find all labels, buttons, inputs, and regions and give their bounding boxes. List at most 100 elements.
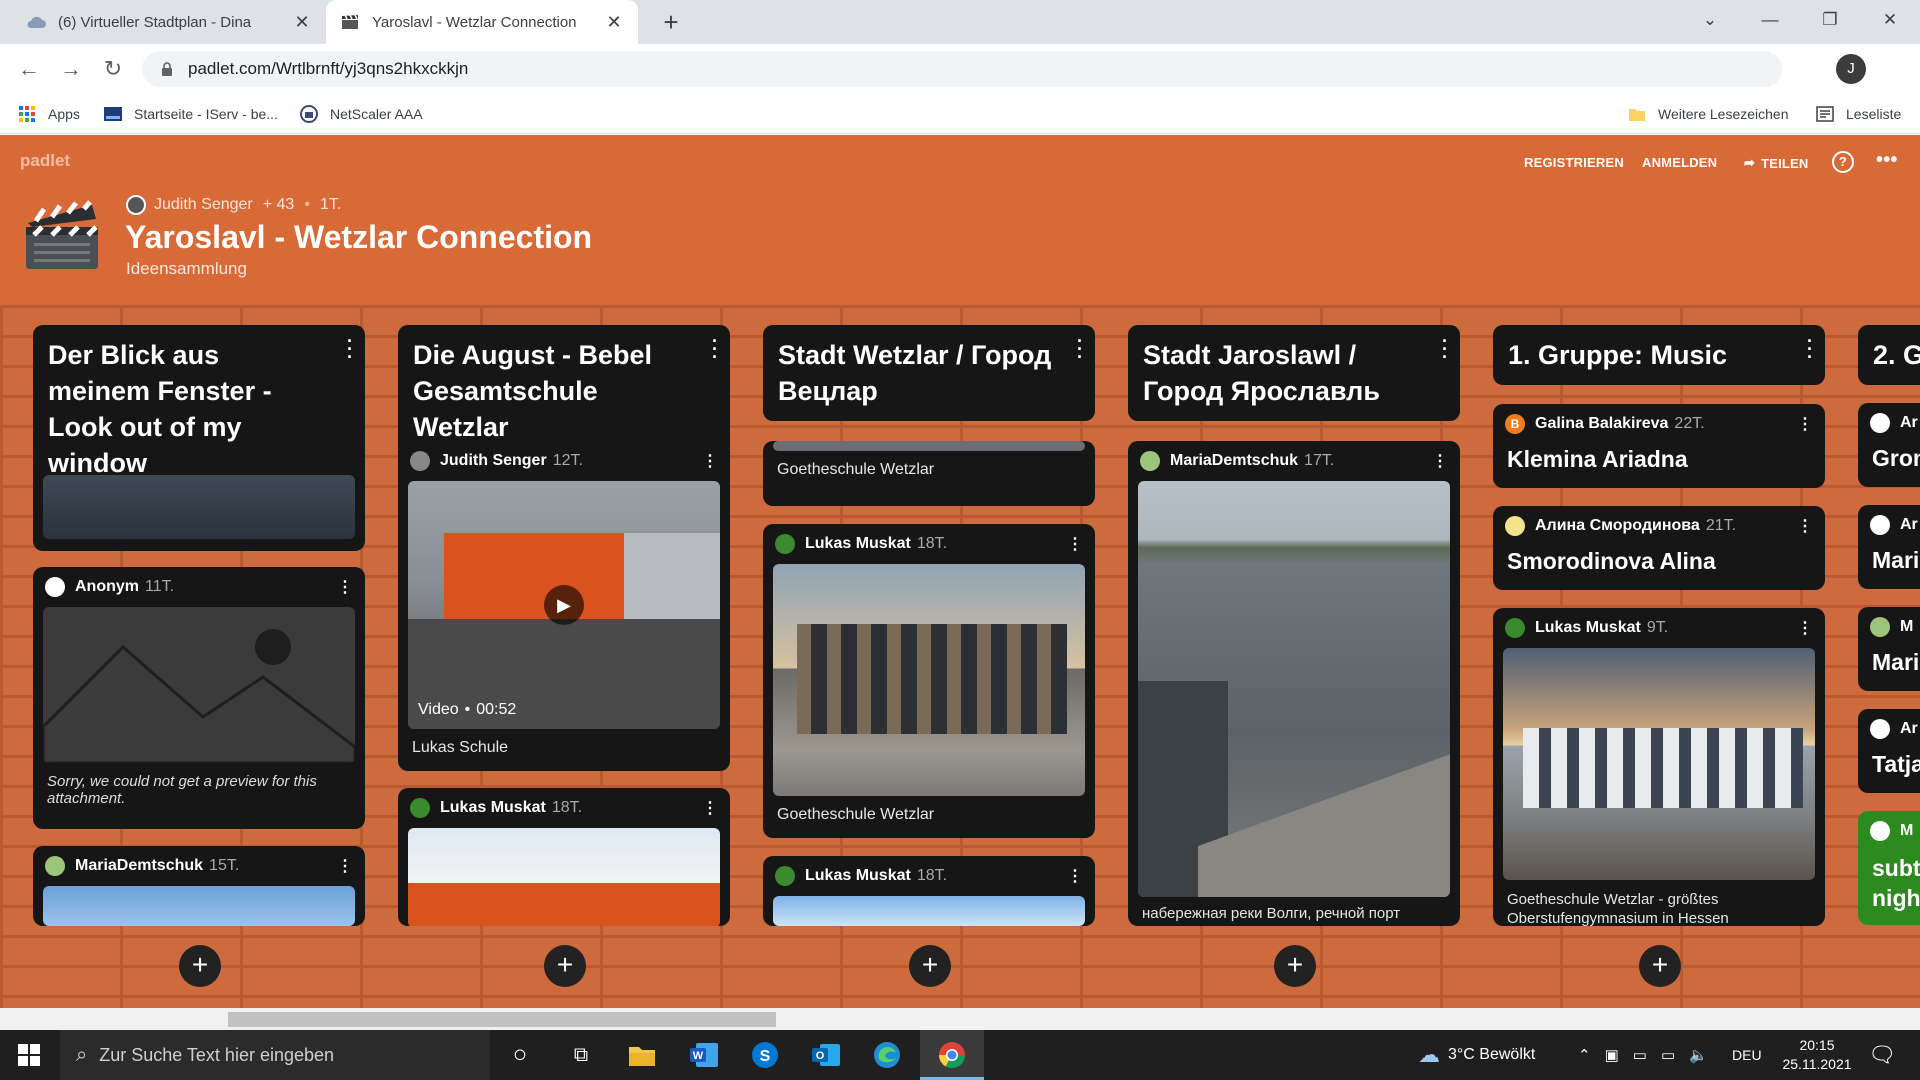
add-post-button[interactable]: +	[1274, 945, 1316, 987]
edge-icon[interactable]	[871, 1039, 903, 1071]
close-tab-icon[interactable]: ✕	[292, 12, 312, 33]
minimize-button[interactable]: —	[1740, 0, 1800, 40]
column-menu-icon[interactable]: · · ·	[1077, 332, 1083, 366]
post-card[interactable]: MariaDemtschuk 17T. ⋮ набережная реки Во…	[1128, 441, 1460, 926]
add-post-button[interactable]: +	[909, 945, 951, 987]
battery-icon[interactable]: ▭	[1633, 1046, 1647, 1064]
author-name[interactable]: Judith Senger	[154, 196, 253, 214]
weather-widget[interactable]: ☁ 3°C Bewölkt	[1418, 1030, 1535, 1080]
bookmark-apps[interactable]: Apps	[18, 94, 80, 134]
post-card[interactable]: M Mari	[1858, 607, 1920, 691]
column-title[interactable]: Der Blick aus meinem Fenster - Look out …	[33, 325, 365, 493]
post-menu-icon[interactable]: ⋮	[1432, 451, 1448, 471]
column-title[interactable]: 2. G	[1858, 325, 1920, 385]
video-thumbnail[interactable]: ▶ Video • 00:52	[408, 481, 720, 729]
word-icon[interactable]: W	[688, 1039, 720, 1071]
share-button[interactable]: ➦ TEILEN	[1744, 155, 1809, 171]
post-card[interactable]: M subt nigh	[1858, 811, 1920, 925]
help-icon[interactable]: ?	[1832, 151, 1854, 173]
bookmark-netscaler[interactable]: NetScaler AAA	[300, 94, 423, 134]
login-button[interactable]: ANMELDEN	[1642, 155, 1717, 170]
padlet-logo[interactable]: padlet	[20, 151, 70, 171]
more-options-icon[interactable]: •••	[1876, 149, 1898, 172]
chevron-up-icon[interactable]: ⌃	[1578, 1046, 1591, 1064]
forward-button[interactable]: →	[56, 54, 86, 84]
clock-date: 25.11.2021	[1782, 1056, 1852, 1072]
clapperboard-favicon-icon	[340, 13, 360, 31]
notifications-icon[interactable]: 🗨	[1868, 1030, 1896, 1080]
post-card[interactable]: MariaDemtschuk 15T. ⋮	[33, 846, 365, 926]
post-menu-icon[interactable]: ⋮	[702, 451, 718, 471]
post-card[interactable]: Lukas Muskat 9T. ⋮ Goetheschule Wetzlar …	[1493, 608, 1825, 926]
post-menu-icon[interactable]: ⋮	[1067, 866, 1083, 886]
tab-yaroslavl-wetzlar[interactable]: Yaroslavl - Wetzlar Connection ✕	[326, 0, 638, 44]
restore-button[interactable]: ❐	[1800, 0, 1860, 40]
post-card[interactable]	[33, 475, 365, 551]
windows-taskbar: ⌕ Zur Suche Text hier eingeben ○ ⧉ W S O…	[0, 1030, 1920, 1080]
post-card[interactable]: Ar Mari	[1858, 505, 1920, 589]
post-menu-icon[interactable]: ⋮	[337, 577, 353, 597]
post-header: MariaDemtschuk 15T. ⋮	[33, 846, 365, 886]
post-menu-icon[interactable]: ⋮	[1067, 534, 1083, 554]
column-title[interactable]: Stadt Wetzlar / Город Вецлар · · ·	[763, 325, 1095, 421]
column-menu-icon[interactable]: · · ·	[1442, 332, 1448, 366]
tab-search-chevron-icon[interactable]: ⌄	[1680, 0, 1740, 40]
post-menu-icon[interactable]: ⋮	[1797, 516, 1813, 536]
column-title-text: 2. G	[1873, 340, 1920, 370]
post-menu-icon[interactable]: ⋮	[1797, 618, 1813, 638]
post-card[interactable]: Lukas Muskat 18T. ⋮ Goetheschule Wetzlar	[763, 524, 1095, 838]
file-explorer-icon[interactable]	[626, 1039, 658, 1071]
post-card[interactable]: B Galina Balakireva 22T. ⋮ Klemina Ariad…	[1493, 404, 1825, 488]
bookmark-weitere[interactable]: Weitere Lesezeichen	[1628, 94, 1788, 134]
display-icon[interactable]: ▭	[1661, 1046, 1675, 1064]
close-window-button[interactable]: ✕	[1860, 0, 1920, 40]
iserv-icon	[104, 107, 122, 121]
post-card[interactable]: Ar Gron	[1858, 403, 1920, 487]
horizontal-scrollbar-thumb[interactable]	[228, 1012, 776, 1027]
volume-icon[interactable]: 🔈	[1689, 1046, 1708, 1064]
add-post-button[interactable]: +	[544, 945, 586, 987]
post-card[interactable]: Goetheschule Wetzlar	[763, 441, 1095, 506]
input-language[interactable]: DEU	[1732, 1030, 1762, 1080]
column-menu-icon[interactable]: · · ·	[1807, 332, 1813, 366]
add-post-button[interactable]: +	[179, 945, 221, 987]
post-card[interactable]: Ar Tatja	[1858, 709, 1920, 793]
post-author: M	[1900, 618, 1914, 635]
post-menu-icon[interactable]: ⋮	[337, 856, 353, 876]
column-title[interactable]: Die August - Bebel Gesamtschule Wetzlar …	[398, 325, 730, 457]
close-tab-icon[interactable]: ✕	[604, 12, 624, 33]
outlook-icon[interactable]: O	[810, 1039, 842, 1071]
column-menu-icon[interactable]: · · ·	[347, 332, 353, 366]
network-device-icon[interactable]: ▣	[1605, 1046, 1619, 1064]
column-menu-icon[interactable]: · · ·	[712, 332, 718, 366]
column-title[interactable]: Stadt Jaroslawl / Город Ярославль · · ·	[1128, 325, 1460, 421]
skype-icon[interactable]: S	[749, 1039, 781, 1071]
add-post-button[interactable]: +	[1639, 945, 1681, 987]
taskbar-search-input[interactable]: ⌕ Zur Suche Text hier eingeben	[60, 1030, 490, 1080]
tab-virtueller-stadtplan[interactable]: (6) Virtueller Stadtplan - Dina ✕	[12, 0, 326, 44]
column-title[interactable]: 1. Gruppe: Music · · ·	[1493, 325, 1825, 385]
post-card[interactable]: Judith Senger 12T. ⋮ ▶ Video • 00:52 Luk…	[398, 441, 730, 771]
post-card[interactable]: Lukas Muskat 18T. ⋮	[398, 788, 730, 926]
chrome-taskbar-button[interactable]	[920, 1030, 984, 1080]
cortana-icon[interactable]: ○	[504, 1039, 536, 1071]
register-button[interactable]: REGISTRIEREN	[1524, 155, 1624, 170]
post-card[interactable]: Алина Смородинова 21T. ⋮ Smorodinova Ali…	[1493, 506, 1825, 590]
post-text: subt nigh	[1872, 855, 1920, 911]
clock[interactable]: 20:15 25.11.2021	[1772, 1036, 1862, 1074]
reload-button[interactable]: ↻	[98, 54, 128, 84]
post-menu-icon[interactable]: ⋮	[1797, 414, 1813, 434]
new-tab-button[interactable]: +	[655, 6, 687, 38]
post-card[interactable]: Lukas Muskat 18T. ⋮	[763, 856, 1095, 926]
bookmark-iserv[interactable]: Startseite - IServ - be...	[104, 94, 278, 134]
play-icon[interactable]: ▶	[544, 585, 584, 625]
url-input[interactable]: padlet.com/Wrtlbrnft/yj3qns2hkxckkjn	[142, 51, 1782, 87]
post-menu-icon[interactable]: ⋮	[702, 798, 718, 818]
post-card[interactable]: Anonym 11T. ⋮ Sorry, we could not get a …	[33, 567, 365, 829]
profile-avatar[interactable]: J	[1836, 54, 1866, 84]
tab-title: (6) Virtueller Stadtplan - Dina	[58, 13, 252, 31]
windows-start-icon[interactable]	[18, 1044, 40, 1066]
bookmark-leseliste[interactable]: Leseliste	[1816, 94, 1901, 134]
task-view-icon[interactable]: ⧉	[565, 1039, 597, 1071]
back-button[interactable]: ←	[14, 54, 44, 84]
